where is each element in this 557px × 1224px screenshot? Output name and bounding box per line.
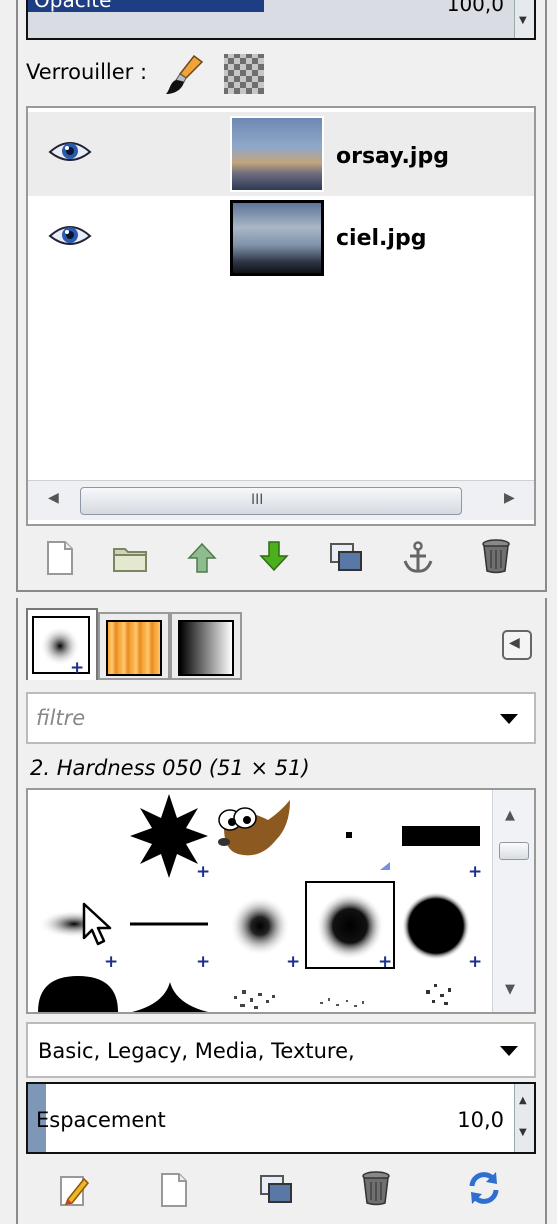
patterns-tab-icon — [106, 620, 162, 676]
layer-name: ciel.jpg — [336, 226, 427, 251]
refresh-brushes-icon[interactable] — [464, 1168, 504, 1208]
opacity-spin-buttons[interactable]: ▼ — [514, 0, 534, 38]
brush-grid: + + + + + + + ▲ ▼ — [26, 788, 536, 1014]
tab-patterns[interactable] — [98, 612, 170, 680]
plus-badge-icon: + — [378, 952, 393, 972]
duplicate-brush-icon[interactable] — [256, 1170, 296, 1210]
opacity-label: Opacité — [34, 0, 112, 12]
plus-badge-icon: + — [196, 952, 211, 972]
scroll-right-icon[interactable]: ▶ — [504, 490, 515, 506]
eye-icon[interactable] — [48, 138, 92, 166]
scrollbar-thumb[interactable] — [499, 842, 529, 860]
brush-grunge[interactable] — [234, 990, 275, 1009]
duplicate-layer-icon[interactable] — [326, 538, 366, 578]
brush-wilber-mascot[interactable] — [218, 800, 290, 856]
scroll-left-icon[interactable]: ◀ — [48, 490, 59, 506]
spacing-slider[interactable]: Espacement 10,0 ▲ ▼ — [26, 1082, 536, 1154]
lock-pixels-icon[interactable] — [164, 52, 208, 96]
spin-down-icon[interactable]: ▼ — [519, 1128, 527, 1138]
triangle-left-icon: ◀ — [509, 635, 520, 651]
tab-brushes[interactable]: + — [26, 608, 98, 680]
plus-badge-icon: + — [196, 862, 211, 882]
scroll-up-icon[interactable]: ▲ — [505, 808, 515, 823]
lock-alpha-icon[interactable] — [222, 52, 266, 96]
brush-animated-marker — [380, 862, 390, 870]
brush-hardness-050[interactable] — [316, 892, 384, 960]
horizontal-scrollbar[interactable]: ◀ III ▶ — [28, 480, 534, 520]
eye-icon[interactable] — [48, 222, 92, 250]
tags-text: Basic, Legacy, Media, Texture, — [38, 1039, 355, 1063]
tab-menu-button[interactable]: ◀ — [502, 630, 532, 660]
selected-brush-name: 2. Hardness 050 (51 × 51) — [30, 756, 310, 780]
spin-up-icon[interactable]: ▲ — [519, 1096, 527, 1106]
brush-splatter[interactable] — [426, 984, 451, 1005]
plus-badge-icon: + — [286, 952, 301, 972]
spacing-spin-buttons[interactable]: ▲ ▼ — [514, 1084, 534, 1152]
dropdown-arrow-icon[interactable] — [500, 1046, 518, 1056]
brush-hardness-075[interactable] — [402, 892, 470, 960]
plus-badge-icon: + — [468, 862, 483, 882]
grip-icon: III — [251, 492, 264, 508]
spacing-value: 10,0 — [457, 1108, 504, 1132]
brush-block[interactable] — [402, 826, 480, 846]
brush-half-circle[interactable] — [38, 976, 118, 1012]
opacity-slider[interactable]: Opacité 100,0 ▼ — [26, 0, 536, 40]
gradients-tab-icon — [178, 620, 234, 676]
brush-hardness-025[interactable] — [230, 896, 290, 956]
scroll-down-icon[interactable]: ▼ — [505, 982, 515, 997]
raise-layer-icon[interactable] — [182, 538, 222, 578]
plus-badge-icon: + — [468, 952, 483, 972]
layer-row-orsay[interactable]: orsay.jpg — [28, 112, 534, 196]
scrollbar-thumb[interactable]: III — [80, 487, 462, 515]
lock-label: Verrouiller : — [26, 60, 148, 84]
dropdown-arrow-icon[interactable] — [500, 714, 518, 724]
layer-row-ciel[interactable]: ciel.jpg — [28, 196, 534, 280]
layer-thumbnail — [230, 200, 324, 276]
filter-placeholder: filtre — [36, 706, 86, 730]
delete-brush-icon[interactable] — [356, 1168, 396, 1208]
vertical-scrollbar[interactable]: ▲ ▼ — [492, 790, 534, 1012]
mouse-cursor-icon — [82, 902, 112, 946]
spacing-label: Espacement — [36, 1108, 166, 1132]
opacity-value: 100,0 — [446, 0, 504, 16]
layer-thumbnail — [230, 116, 324, 192]
brush-texture[interactable] — [320, 998, 364, 1007]
edit-brush-icon[interactable] — [54, 1170, 94, 1210]
delete-layer-icon[interactable] — [476, 536, 516, 576]
layer-name: orsay.jpg — [336, 144, 449, 169]
brush-pixel[interactable] — [346, 832, 352, 838]
new-layer-icon[interactable] — [40, 538, 80, 578]
anchor-layer-icon[interactable] — [398, 538, 438, 578]
tab-gradients[interactable] — [170, 612, 242, 680]
lower-layer-icon[interactable] — [254, 536, 294, 576]
plus-badge-icon: + — [70, 658, 85, 678]
brush-peak[interactable] — [132, 982, 208, 1012]
layer-list: orsay.jpg ciel.jpg ◀ III ▶ — [26, 106, 536, 526]
spin-down-icon[interactable]: ▼ — [519, 16, 527, 26]
brushes-tab-icon — [32, 616, 90, 674]
filter-input[interactable]: filtre — [26, 692, 536, 744]
new-layer-group-icon[interactable] — [110, 538, 150, 578]
plus-badge-icon: + — [104, 952, 119, 972]
new-brush-icon[interactable] — [154, 1170, 194, 1210]
tags-dropdown[interactable]: Basic, Legacy, Media, Texture, — [26, 1022, 536, 1078]
